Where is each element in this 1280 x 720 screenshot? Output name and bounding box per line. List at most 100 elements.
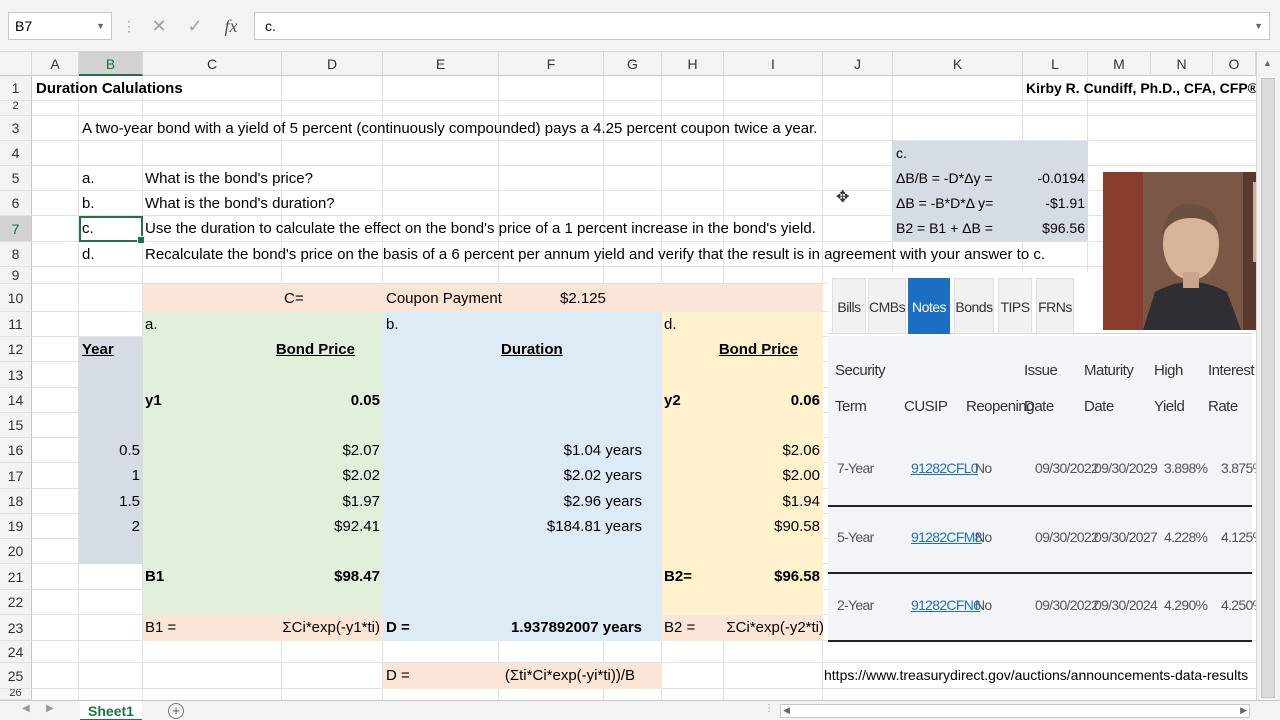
row-header-26[interactable]: 26 [0,689,32,700]
vertical-scrollbar[interactable]: ▲ [1256,52,1280,700]
price-y2-cell[interactable]: $1.94 [724,489,820,514]
row-header-9[interactable]: 9 [0,267,32,284]
part-c-value-1[interactable]: -0.0194 [1023,166,1085,191]
part-c-formula-2[interactable]: ΔB = -B*D*Δ y= [896,191,993,216]
treasury-url[interactable]: https://www.treasurydirect.gov/auctions/… [824,663,1248,688]
row-header-4[interactable]: 4 [0,141,32,166]
duration-cell[interactable]: $184.81 years [499,514,642,539]
expand-formula-icon[interactable]: ▼ [1254,13,1263,39]
insert-function-icon[interactable]: fx [216,12,246,40]
b1-formula-label[interactable]: B1 = [145,615,176,640]
question-text-c[interactable]: Use the duration to calculate the effect… [145,216,816,241]
column-header-k[interactable]: K [893,52,1023,76]
part-c-formula-3[interactable]: B2 = B1 + ΔB = [896,216,993,241]
row-header-18[interactable]: 18 [0,489,32,514]
row-header-13[interactable]: 13 [0,362,32,388]
b1-label[interactable]: B1 [145,564,164,589]
cusip-link[interactable]: 91282CFL0 [911,460,979,476]
price-y1-cell[interactable]: $1.97 [282,489,380,514]
row-header-11[interactable]: 11 [0,312,32,337]
add-sheet-icon[interactable]: + [168,703,184,719]
formula-input[interactable]: c. ▼ [254,12,1270,40]
d-label[interactable]: D = [386,615,410,640]
vertical-scroll-thumb[interactable] [1261,78,1275,698]
row-header-19[interactable]: 19 [0,514,32,539]
price-y1-cell[interactable]: $92.41 [282,514,380,539]
part-c-value-3[interactable]: $96.56 [1023,216,1085,241]
d-formula-label[interactable]: D = [386,663,410,688]
part-c-formula-1[interactable]: ΔB/B = -D*Δy = [896,166,993,191]
row-header-2[interactable]: 2 [0,101,32,116]
year-cell[interactable]: 1.5 [79,489,140,514]
question-text-b[interactable]: What is the bond's duration? [145,191,335,216]
author-name[interactable]: Kirby R. Cundiff, Ph.D., CFA, CFP® [1026,76,1258,101]
column-header-i[interactable]: I [724,52,823,76]
row-header-25[interactable]: 25 [0,663,32,689]
column-header-m[interactable]: M [1088,52,1151,76]
year-cell[interactable]: 1 [79,463,140,488]
sheet-title[interactable]: Duration Calulations [36,76,183,101]
name-box[interactable]: B7 ▼ [8,12,112,40]
next-sheet-icon[interactable]: ▶ [46,703,54,714]
row-header-15[interactable]: 15 [0,413,32,438]
bond-price-2-header[interactable]: Bond Price [662,337,798,362]
bond-price-header[interactable]: Bond Price [143,337,355,362]
tab-frns[interactable]: FRNs [1036,278,1074,334]
row-header-7[interactable]: 7 [0,216,32,242]
horizontal-scrollbar[interactable]: ◀ ▶ [780,704,1250,718]
column-header-h[interactable]: H [662,52,724,76]
b1-formula[interactable]: ΣCi*exp(-y1*ti) [230,615,380,640]
row-header-23[interactable]: 23 [0,615,32,641]
row-header-17[interactable]: 17 [0,463,32,489]
d-formula[interactable]: (Σti*Ci*exp(-yi*ti))/B [480,663,635,688]
row-header-10[interactable]: 10 [0,284,32,312]
row-header-3[interactable]: 3 [0,116,32,141]
y1-label[interactable]: y1 [145,388,162,413]
question-text-d[interactable]: Recalculate the bond's price on the basi… [145,242,1045,267]
tab-tips[interactable]: TIPS [998,278,1032,334]
tab-split-icon[interactable]: ⋮ [764,703,774,714]
tab-bonds[interactable]: Bonds [954,278,994,334]
part-c-value-2[interactable]: -$1.91 [1023,191,1085,216]
b2-formula-label[interactable]: B2 = [664,615,695,640]
row-header-14[interactable]: 14 [0,388,32,413]
cancel-icon[interactable]: ✕ [144,12,174,40]
year-cell[interactable]: 0.5 [79,438,140,463]
price-y2-cell[interactable]: $90.58 [724,514,820,539]
scroll-right-icon[interactable]: ▶ [1240,705,1247,716]
question-label-a[interactable]: a. [82,166,95,191]
cusip-link[interactable]: 91282CFM8 [911,529,982,545]
y2-value[interactable]: 0.06 [724,388,820,413]
column-header-c[interactable]: C [143,52,282,76]
price-y2-cell[interactable]: $2.00 [724,463,820,488]
part-c-label[interactable]: c. [896,141,907,166]
tab-bills[interactable]: Bills [832,278,866,334]
price-y2-cell[interactable]: $2.06 [724,438,820,463]
b2-value[interactable]: $96.58 [724,564,820,589]
row-header-16[interactable]: 16 [0,438,32,463]
b1-value[interactable]: $98.47 [282,564,380,589]
prev-sheet-icon[interactable]: ◀ [22,703,30,714]
row-header-21[interactable]: 21 [0,564,32,590]
row-header-5[interactable]: 5 [0,166,32,191]
section-a-label[interactable]: a. [145,312,158,337]
active-cell-b7[interactable] [79,216,145,244]
row-header-8[interactable]: 8 [0,242,32,267]
duration-cell[interactable]: $2.96 years [499,489,642,514]
column-header-j[interactable]: J [823,52,893,76]
row-header-20[interactable]: 20 [0,539,32,564]
b2-label[interactable]: B2= [664,564,692,589]
question-label-b[interactable]: b. [82,191,95,216]
cusip-link[interactable]: 91282CFN6 [911,597,981,613]
column-header-e[interactable]: E [383,52,499,76]
column-header-d[interactable]: D [282,52,383,76]
coupon-payment-value[interactable]: $2.125 [560,286,606,311]
scroll-up-icon[interactable]: ▲ [1263,58,1272,68]
tab-cmbs[interactable]: CMBs [868,278,906,334]
price-y1-cell[interactable]: $2.07 [282,438,380,463]
problem-statement[interactable]: A two-year bond with a yield of 5 percen… [82,116,817,141]
question-text-a[interactable]: What is the bond's price? [145,166,313,191]
row-header-1[interactable]: 1 [0,76,32,101]
row-header-22[interactable]: 22 [0,590,32,615]
chevron-down-icon[interactable]: ▼ [96,13,105,39]
